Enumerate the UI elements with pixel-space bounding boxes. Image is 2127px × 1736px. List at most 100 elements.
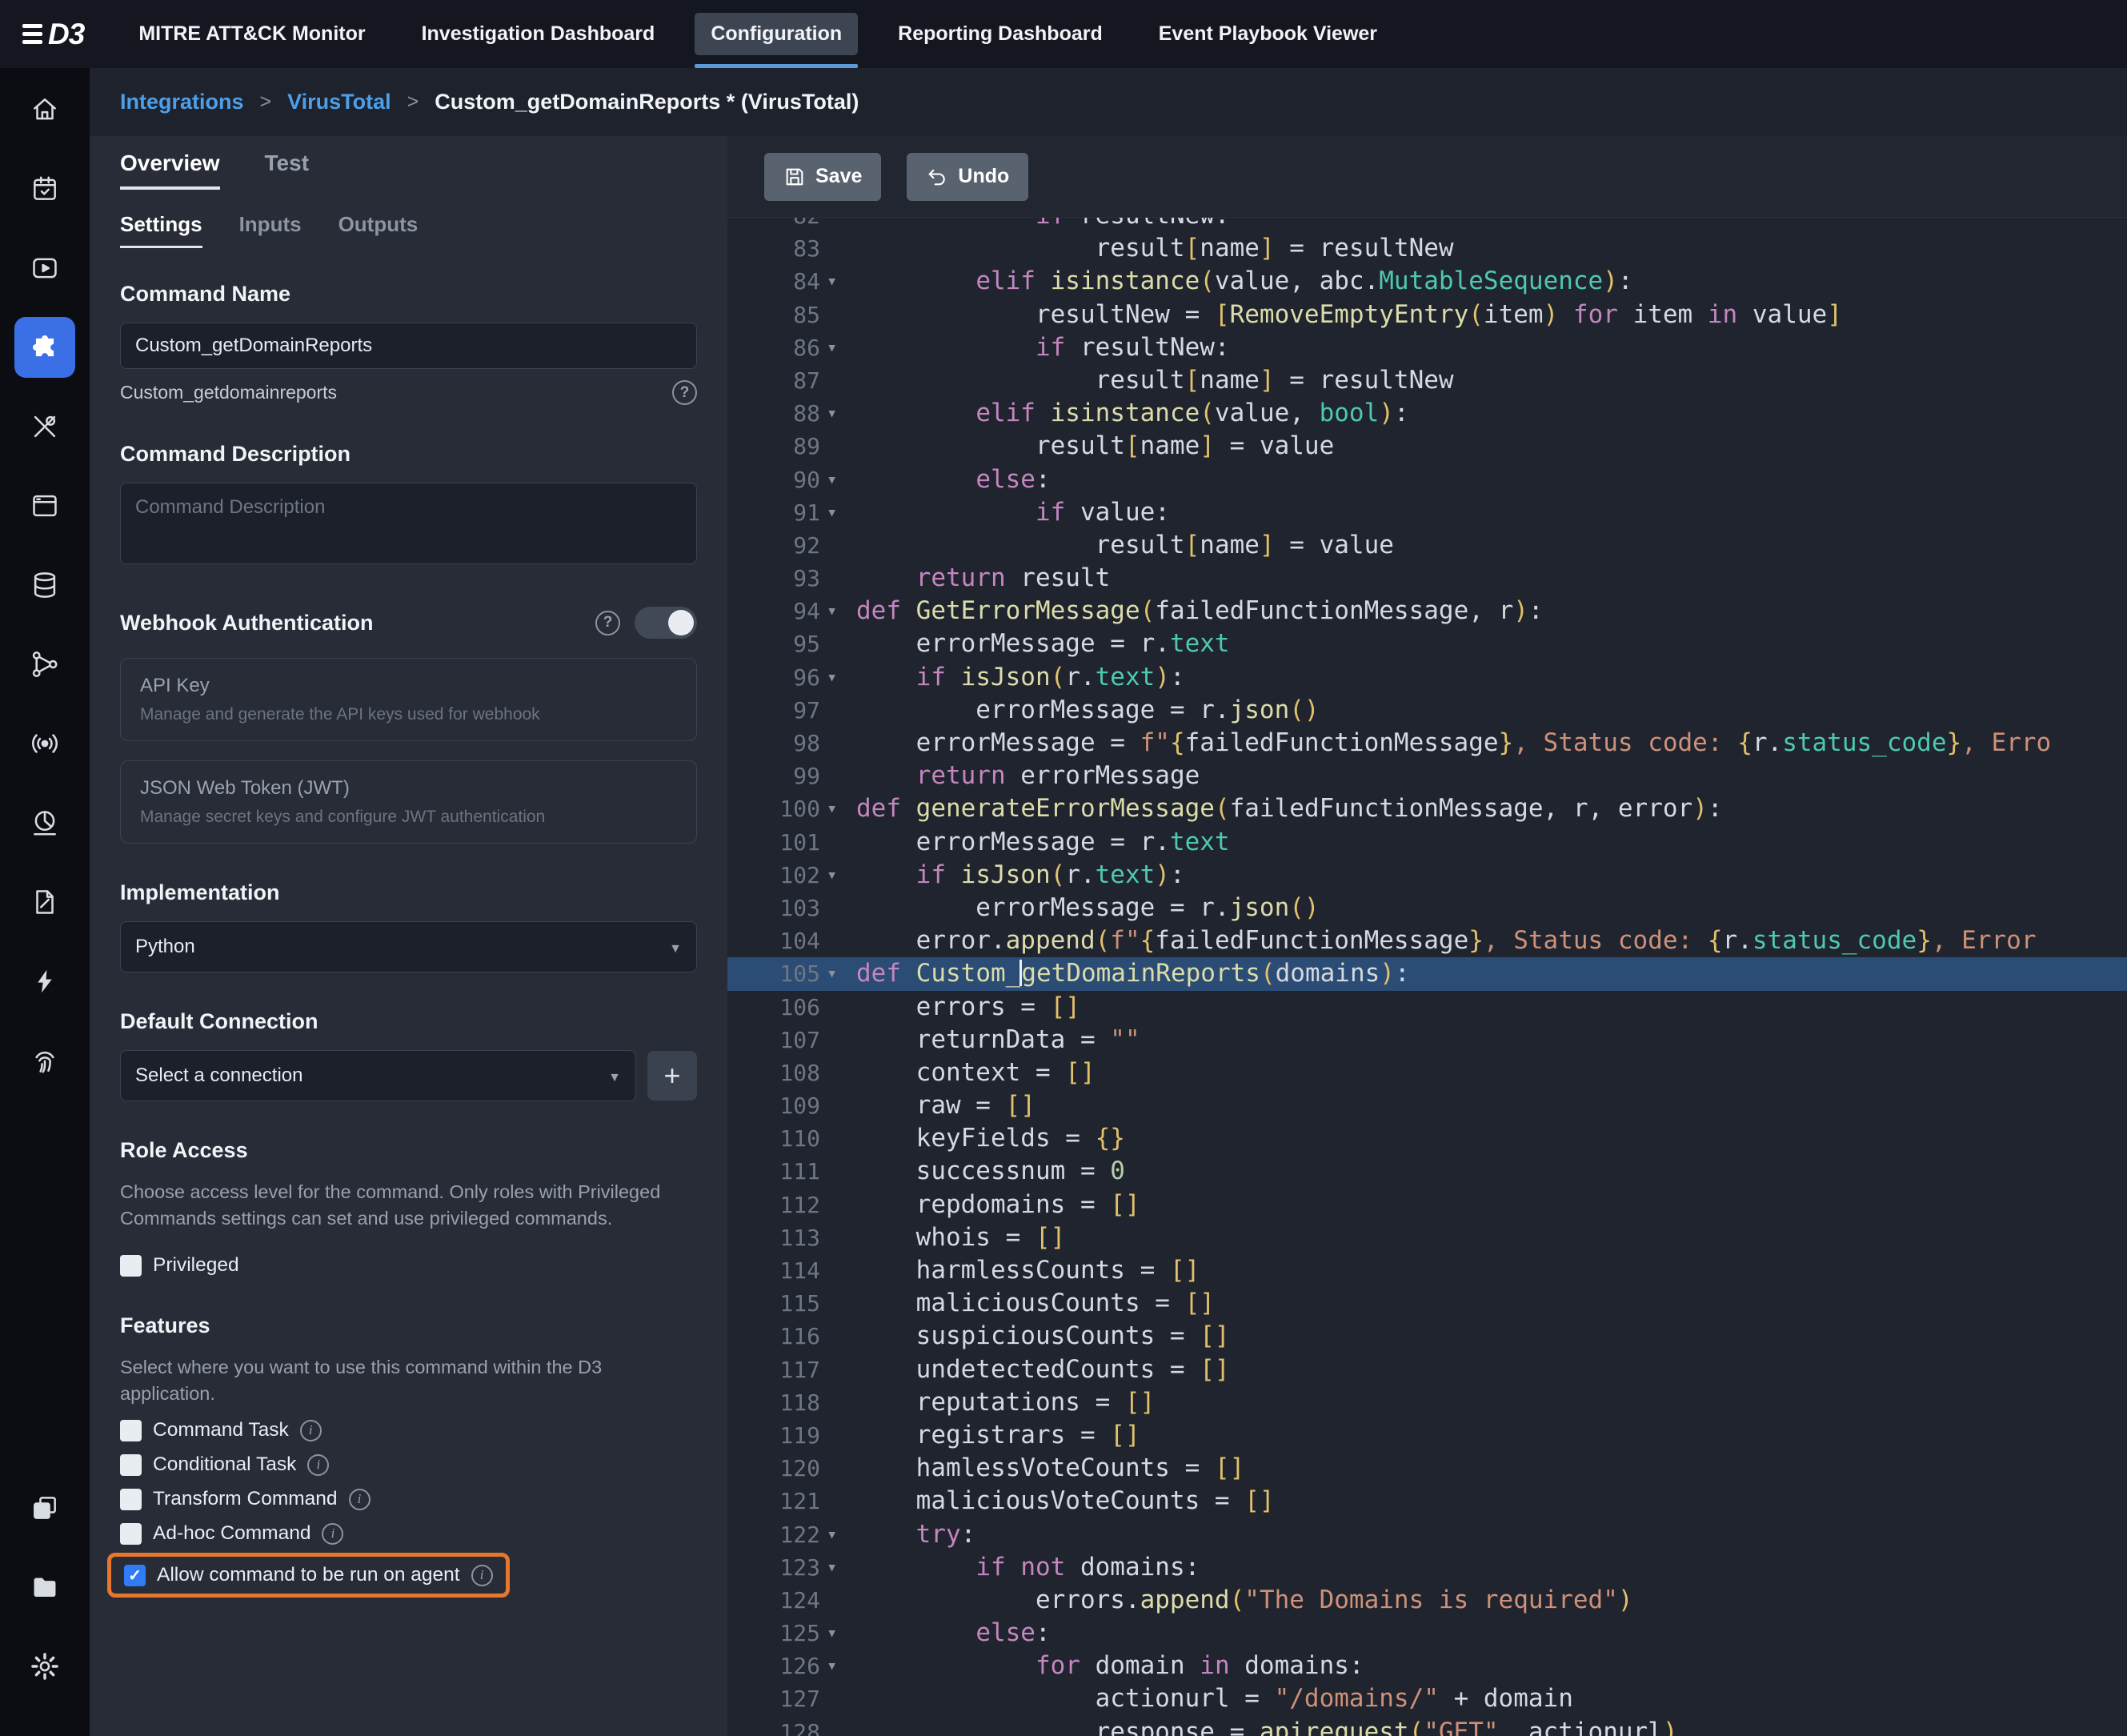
code-line-91[interactable]: 91▾ if value: (727, 496, 2127, 529)
code-line-110[interactable]: 110 keyFields = {} (727, 1122, 2127, 1155)
fold-arrow-icon[interactable]: ▾ (820, 1518, 856, 1551)
info-icon[interactable]: i (349, 1489, 371, 1510)
checkbox-ad-hoc-command[interactable] (120, 1523, 142, 1545)
nav-item-configuration[interactable]: Configuration (688, 0, 864, 68)
rail-item-home[interactable] (14, 79, 75, 140)
code-line-127[interactable]: 127 actionurl = "/domains/" + domain (727, 1682, 2127, 1715)
info-icon[interactable]: i (471, 1565, 493, 1586)
code-line-124[interactable]: 124 errors.append("The Domains is requir… (727, 1584, 2127, 1617)
rail-item-network-share[interactable] (14, 634, 75, 695)
code-line-97[interactable]: 97 errorMessage = r.json() (727, 694, 2127, 727)
code-line-122[interactable]: 122▾ try: (727, 1518, 2127, 1551)
jwt-card[interactable]: JSON Web Token (JWT) Manage secret keys … (120, 760, 697, 844)
fold-arrow-icon[interactable]: ▾ (820, 957, 856, 990)
tab-overview[interactable]: Overview (120, 150, 220, 190)
code-line-82[interactable]: 82 if resultNew: (727, 217, 2127, 232)
help-icon[interactable] (672, 380, 697, 405)
rail-item-playbook-video[interactable] (14, 238, 75, 299)
code-line-126[interactable]: 126▾ for domain in domains: (727, 1650, 2127, 1682)
feature-option-ad-hoc-command[interactable]: Ad-hoc Commandi (120, 1522, 343, 1545)
help-icon[interactable] (595, 611, 620, 635)
code-line-101[interactable]: 101 errorMessage = r.text (727, 826, 2127, 859)
rail-item-form-edit[interactable] (14, 872, 75, 932)
fold-arrow-icon[interactable]: ▾ (820, 496, 856, 529)
code-line-117[interactable]: 117 undetectedCounts = [] (727, 1353, 2127, 1386)
command-description-input[interactable] (120, 483, 697, 564)
feature-option-transform-command[interactable]: Transform Commandi (120, 1488, 371, 1510)
rail-item-fingerprint[interactable] (14, 1030, 75, 1091)
save-button[interactable]: Save (764, 153, 881, 201)
fold-arrow-icon[interactable]: ▾ (820, 792, 856, 825)
code-line-107[interactable]: 107 returnData = "" (727, 1024, 2127, 1056)
code-line-89[interactable]: 89 result[name] = value (727, 430, 2127, 463)
code-line-128[interactable]: 128 response = apirequest("GET", actionu… (727, 1716, 2127, 1736)
code-line-106[interactable]: 106 errors = [] (727, 991, 2127, 1024)
subtab-settings[interactable]: Settings (120, 212, 202, 248)
rail-item-broadcast[interactable] (14, 713, 75, 774)
code-line-99[interactable]: 99 return errorMessage (727, 760, 2127, 792)
api-key-card[interactable]: API Key Manage and generate the API keys… (120, 658, 697, 741)
fold-arrow-icon[interactable]: ▾ (820, 1551, 856, 1584)
rail-item-utilities-tools[interactable] (14, 396, 75, 457)
code-line-104[interactable]: 104 error.append(f"{failedFunctionMessag… (727, 924, 2127, 957)
code-line-113[interactable]: 113 whois = [] (727, 1221, 2127, 1254)
fold-arrow-icon[interactable]: ▾ (820, 595, 856, 627)
code-line-98[interactable]: 98 errorMessage = f"{failedFunctionMessa… (727, 727, 2127, 760)
info-icon[interactable]: i (322, 1523, 343, 1545)
code-line-84[interactable]: 84▾ elif isinstance(value, abc.MutableSe… (727, 265, 2127, 298)
subtab-outputs[interactable]: Outputs (338, 212, 419, 248)
code-line-118[interactable]: 118 reputations = [] (727, 1386, 2127, 1419)
subtab-inputs[interactable]: Inputs (239, 212, 302, 248)
rail-item-lightning[interactable] (14, 951, 75, 1012)
add-connection-button[interactable]: + (647, 1051, 697, 1101)
rail-item-database[interactable] (14, 555, 75, 615)
code-line-90[interactable]: 90▾ else: (727, 463, 2127, 496)
code-line-121[interactable]: 121 maliciousVoteCounts = [] (727, 1485, 2127, 1517)
code-line-96[interactable]: 96▾ if isJson(r.text): (727, 661, 2127, 694)
fold-arrow-icon[interactable]: ▾ (820, 661, 856, 694)
fold-arrow-icon[interactable]: ▾ (820, 397, 856, 430)
rail-item-copy[interactable] (14, 1477, 75, 1538)
fold-arrow-icon[interactable]: ▾ (820, 1617, 856, 1650)
code-line-123[interactable]: 123▾ if not domains: (727, 1551, 2127, 1584)
breadcrumb-integrations-link[interactable]: Integrations (120, 90, 244, 114)
rail-item-integrations-puzzle[interactable] (14, 317, 75, 378)
code-line-103[interactable]: 103 errorMessage = r.json() (727, 892, 2127, 924)
rail-item-apps-window[interactable] (14, 475, 75, 536)
code-line-88[interactable]: 88▾ elif isinstance(value, bool): (727, 397, 2127, 430)
rail-item-pie-chart[interactable] (14, 792, 75, 853)
code-line-94[interactable]: 94▾def GetErrorMessage(failedFunctionMes… (727, 595, 2127, 627)
rail-item-gear[interactable] (14, 1636, 75, 1697)
implementation-select[interactable]: Python (120, 921, 697, 972)
code-line-119[interactable]: 119 registrars = [] (727, 1419, 2127, 1452)
code-line-102[interactable]: 102▾ if isJson(r.text): (727, 859, 2127, 892)
code-line-125[interactable]: 125▾ else: (727, 1617, 2127, 1650)
fold-arrow-icon[interactable]: ▾ (820, 1650, 856, 1682)
code-line-105[interactable]: 105▾def Custom_getDomainReports(domains)… (727, 957, 2127, 990)
privileged-checkbox[interactable] (120, 1255, 142, 1277)
code-line-85[interactable]: 85 resultNew = [RemoveEmptyEntry(item) f… (727, 299, 2127, 331)
fold-arrow-icon[interactable]: ▾ (820, 463, 856, 496)
checkbox-allow-command-to-be-run-on-agent[interactable] (124, 1565, 146, 1586)
code-line-83[interactable]: 83 result[name] = resultNew (727, 232, 2127, 265)
fold-arrow-icon[interactable]: ▾ (820, 859, 856, 892)
nav-item-investigation-dashboard[interactable]: Investigation Dashboard (399, 0, 678, 68)
feature-option-command-task[interactable]: Command Taski (120, 1419, 322, 1441)
privileged-checkbox-row[interactable]: Privileged (120, 1254, 697, 1277)
checkbox-command-task[interactable] (120, 1420, 142, 1441)
code-line-87[interactable]: 87 result[name] = resultNew (727, 364, 2127, 397)
code-line-109[interactable]: 109 raw = [] (727, 1089, 2127, 1122)
rail-item-folder[interactable] (14, 1557, 75, 1618)
info-icon[interactable]: i (307, 1454, 329, 1476)
checkbox-conditional-task[interactable] (120, 1454, 142, 1476)
command-name-input[interactable] (120, 323, 697, 369)
code-line-86[interactable]: 86▾ if resultNew: (727, 331, 2127, 364)
fold-arrow-icon[interactable]: ▾ (820, 331, 856, 364)
feature-option-allow-command-to-be-run-on-agent[interactable]: Allow command to be run on agenti (107, 1553, 510, 1598)
nav-item-event-playbook-viewer[interactable]: Event Playbook Viewer (1136, 0, 1400, 68)
d3-logo[interactable]: D3 (22, 18, 84, 51)
code-line-92[interactable]: 92 result[name] = value (727, 529, 2127, 562)
rail-item-calendar[interactable] (14, 158, 75, 219)
tab-test[interactable]: Test (265, 150, 310, 190)
nav-item-mitre-attck-monitor[interactable]: MITRE ATT&CK Monitor (116, 0, 387, 68)
